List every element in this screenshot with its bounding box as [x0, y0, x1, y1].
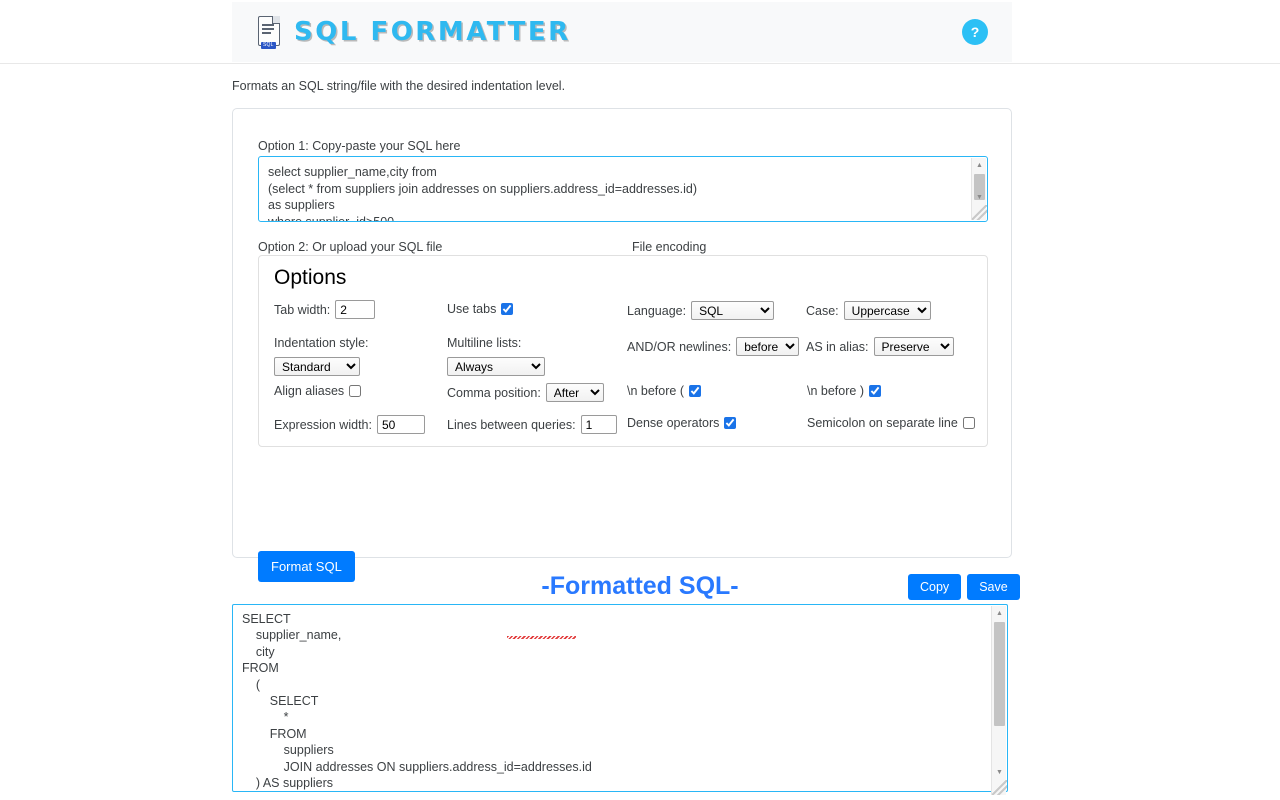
scroll-up-icon[interactable]: ▲ — [992, 606, 1007, 621]
semicolon-separate-line-label: Semicolon on separate line — [807, 416, 958, 430]
language-label: Language: — [627, 303, 687, 318]
scroll-down-icon[interactable]: ▼ — [992, 765, 1007, 780]
resize-grip-icon[interactable] — [972, 205, 987, 220]
align-aliases-checkbox[interactable] — [349, 385, 362, 397]
option1-label: Option 1: Copy-paste your SQL here — [258, 139, 461, 153]
dense-operators-label: Dense operators — [627, 416, 720, 430]
sql-input-scrollbar[interactable]: ▲ ▼ — [971, 158, 987, 220]
expression-width-group: Expression width: — [274, 415, 425, 434]
use-tabs-label: Use tabs — [447, 302, 497, 316]
align-aliases-group: Align aliases — [274, 384, 362, 398]
indentation-style-label: Indentation style: — [274, 336, 369, 350]
top-bar: SQL SQL FORMATTER ? — [0, 0, 1280, 64]
as-in-alias-select[interactable]: Preserve — [873, 337, 954, 356]
tab-width-input[interactable] — [335, 300, 376, 319]
semicolon-separate-line-checkbox[interactable] — [962, 417, 975, 429]
tab-width-label: Tab width: — [274, 302, 331, 317]
intro-text: Formats an SQL string/file with the desi… — [232, 79, 566, 93]
lines-between-queries-label: Lines between queries: — [447, 417, 576, 432]
dense-operators-checkbox[interactable] — [724, 417, 737, 429]
formatted-sql-wrapper: ▲ ▼ — [232, 604, 1008, 797]
formatted-sql-textarea[interactable] — [232, 604, 1008, 792]
save-button[interactable]: Save — [967, 574, 1020, 600]
case-group: Case: Uppercase — [806, 301, 931, 320]
option2-label: Option 2: Or upload your SQL file — [258, 240, 443, 254]
lines-between-queries-input[interactable] — [580, 415, 617, 434]
newline-before-open-paren-label: \n before ( — [627, 384, 684, 398]
input-card: Option 1: Copy-paste your SQL here ▲ ▼ O… — [232, 108, 1012, 582]
comma-position-select[interactable]: After — [545, 383, 604, 402]
sql-document-icon: SQL — [256, 16, 282, 49]
dense-operators-group: Dense operators — [627, 416, 737, 430]
andor-newlines-group: AND/OR newlines: before — [627, 337, 800, 356]
newline-before-close-paren-checkbox[interactable] — [868, 385, 881, 397]
indentation-style-label-wrap: Indentation style: — [274, 336, 369, 350]
spellcheck-underline — [507, 636, 576, 639]
expression-width-input[interactable] — [376, 415, 425, 434]
formatted-sql-title: -Formatted SQL- — [541, 572, 739, 600]
as-in-alias-label: AS in alias: — [806, 339, 869, 354]
app-header: SQL SQL FORMATTER ? — [232, 2, 1012, 62]
file-encoding-label: File encoding — [632, 240, 707, 254]
multiline-lists-label: Multiline lists: — [447, 336, 522, 350]
multiline-lists-select[interactable]: Always — [447, 357, 545, 376]
semicolon-separate-line-group: Semicolon on separate line — [807, 416, 975, 430]
use-tabs-group: Use tabs — [447, 302, 514, 316]
sql-input-wrapper: ▲ ▼ — [258, 156, 988, 222]
help-icon[interactable]: ? — [962, 19, 988, 45]
case-label: Case: — [806, 303, 839, 318]
formatted-sql-scrollbar[interactable]: ▲ ▼ — [991, 606, 1007, 795]
copy-button[interactable]: Copy — [908, 574, 962, 600]
scroll-up-icon[interactable]: ▲ — [972, 158, 987, 173]
multiline-lists-label-wrap: Multiline lists: — [447, 336, 521, 350]
options-title: Options — [274, 266, 347, 289]
newline-before-close-paren-label: \n before ) — [807, 384, 864, 398]
case-select[interactable]: Uppercase — [843, 301, 931, 320]
options-panel: Options Tab width: Use tabs Language: SQ… — [258, 255, 988, 447]
resize-grip-icon[interactable] — [992, 780, 1007, 795]
newline-before-open-paren-group: \n before ( — [627, 384, 701, 398]
align-aliases-label: Align aliases — [274, 384, 345, 398]
as-in-alias-group: AS in alias: Preserve — [806, 337, 954, 356]
comma-position-label: Comma position: — [447, 385, 541, 400]
scroll-down-icon[interactable]: ▼ — [972, 190, 987, 205]
scroll-thumb[interactable] — [994, 622, 1005, 726]
lines-between-queries-group: Lines between queries: — [447, 415, 617, 434]
use-tabs-checkbox[interactable] — [501, 303, 514, 315]
newline-before-close-paren-group: \n before ) — [807, 384, 881, 398]
language-select[interactable]: SQL — [691, 301, 775, 320]
language-group: Language: SQL — [627, 301, 775, 320]
tab-width-group: Tab width: — [274, 300, 376, 319]
sql-input-textarea[interactable] — [258, 156, 988, 222]
andor-newlines-select[interactable]: before — [736, 337, 800, 356]
output-actions: Copy Save — [908, 574, 1020, 600]
comma-position-group: Comma position: After — [447, 383, 604, 402]
indentation-style-select[interactable]: Standard — [274, 357, 360, 376]
newline-before-open-paren-checkbox[interactable] — [688, 385, 701, 397]
expression-width-label: Expression width: — [274, 417, 372, 432]
page-title: SQL FORMATTER — [294, 17, 571, 47]
sql-badge-label: SQL — [261, 42, 276, 49]
brand: SQL SQL FORMATTER — [256, 16, 571, 49]
andor-newlines-label: AND/OR newlines: — [627, 339, 732, 354]
